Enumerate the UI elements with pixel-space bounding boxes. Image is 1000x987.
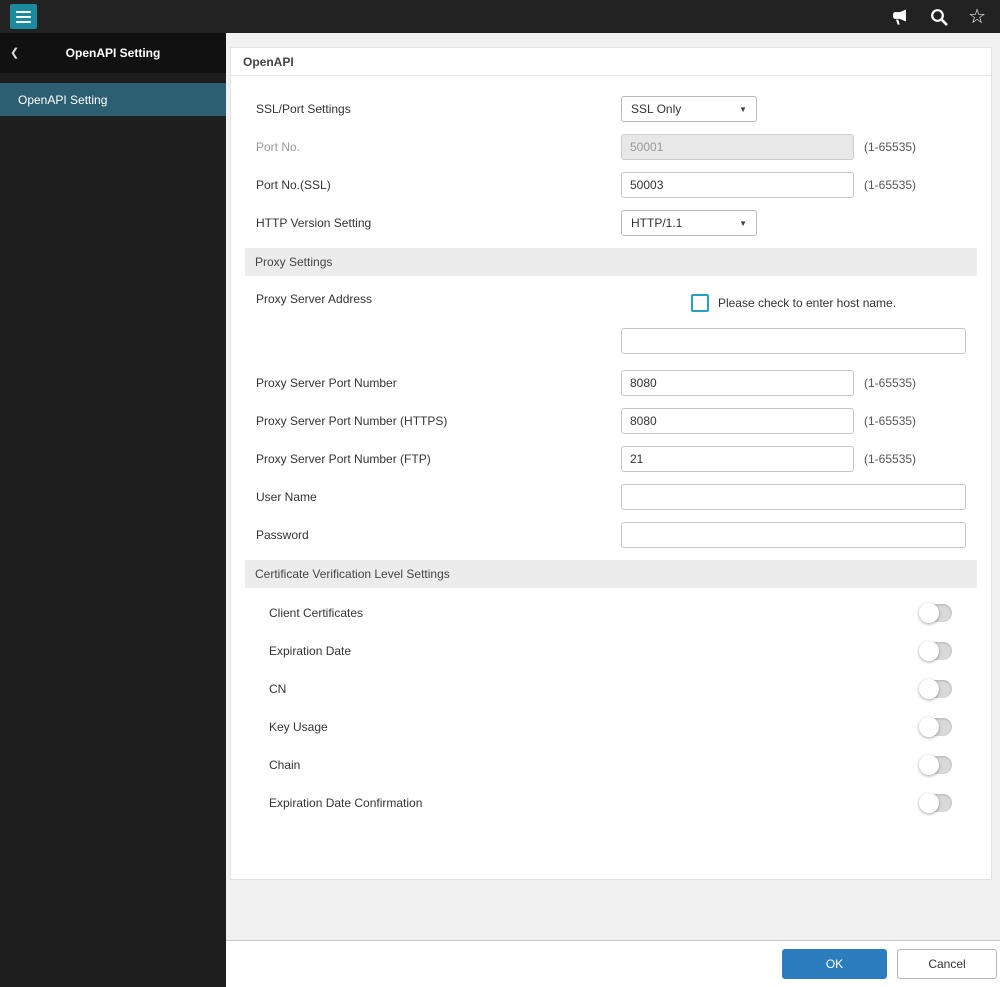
expiration-date-row: Expiration Date [245,632,977,670]
expiration-date-label: Expiration Date [269,644,352,658]
password-input[interactable] [621,522,966,548]
http-version-row: HTTP Version Setting HTTP/1.1 ▼ [245,204,977,242]
chain-toggle[interactable] [919,755,952,775]
sidebar: ❮ OpenAPI Setting OpenAPI Setting [0,33,226,987]
user-name-row: User Name [245,478,977,516]
topbar: ☆ [0,0,1000,33]
proxy-server-address-row: Proxy Server Address Please check to ent… [245,282,977,364]
port-no-range-hint: (1-65535) [864,140,917,154]
cn-label: CN [269,682,287,696]
back-button[interactable]: ❮ [10,46,20,59]
port-no-label: Port No. [256,140,301,154]
cancel-button[interactable]: Cancel [897,949,997,979]
panel-title: OpenAPI [231,48,991,76]
host-name-checkbox-label: Please check to enter host name. [717,296,897,310]
toggle-knob [919,793,939,813]
ok-button[interactable]: OK [782,949,887,979]
chain-row: Chain [245,746,977,784]
toggle-knob [919,755,939,775]
proxy-port-https-label: Proxy Server Port Number (HTTPS) [256,414,448,428]
content-panel: OpenAPI SSL/Port Settings SSL Only ▼ Por… [230,47,992,880]
cn-toggle[interactable] [919,679,952,699]
proxy-port-range-hint: (1-65535) [864,376,917,390]
toggle-knob [919,641,939,661]
port-ssl-label: Port No.(SSL) [256,178,331,192]
key-usage-row: Key Usage [245,708,977,746]
http-version-label: HTTP Version Setting [256,216,372,230]
expiration-date-toggle[interactable] [919,641,952,661]
proxy-port-label: Proxy Server Port Number [256,376,397,390]
sidebar-title: OpenAPI Setting [65,46,161,60]
certificate-verification-section-header: Certificate Verification Level Settings [245,560,977,588]
proxy-port-https-range-hint: (1-65535) [864,414,917,428]
favorite-star-icon: ☆ [968,5,986,28]
port-ssl-range-hint: (1-65535) [864,178,917,192]
proxy-server-address-label: Proxy Server Address [256,292,373,306]
port-ssl-row: Port No.(SSL) (1-65535) [245,166,977,204]
favorite-button[interactable]: ☆ [968,7,986,27]
sidebar-item-label: OpenAPI Setting [18,92,108,107]
proxy-settings-section-header: Proxy Settings [245,248,977,276]
chain-label: Chain [269,758,301,772]
proxy-port-ftp-label: Proxy Server Port Number (FTP) [256,452,431,466]
host-name-checkbox[interactable] [690,294,709,312]
form-area: SSL/Port Settings SSL Only ▼ Port No. (1… [231,76,991,822]
announcement-icon [893,9,907,25]
announcement-button[interactable] [890,8,910,26]
sidebar-header: ❮ OpenAPI Setting [0,33,226,73]
proxy-port-https-input[interactable] [621,408,854,434]
client-certificates-label: Client Certificates [269,606,364,620]
search-button[interactable] [930,8,948,26]
port-ssl-input[interactable] [621,172,854,198]
port-no-row: Port No. (1-65535) [245,128,977,166]
expiration-date-confirmation-row: Expiration Date Confirmation [245,784,977,822]
proxy-server-address-input[interactable] [621,328,966,354]
client-certificates-toggle[interactable] [919,603,952,623]
search-icon [931,8,948,26]
key-usage-label: Key Usage [269,720,328,734]
password-row: Password [245,516,977,554]
topbar-actions: ☆ [890,7,990,27]
key-usage-toggle[interactable] [919,717,952,737]
http-version-select[interactable]: HTTP/1.1 ▼ [621,210,757,236]
chevron-down-icon: ▼ [739,218,747,228]
ssl-port-settings-select[interactable]: SSL Only ▼ [621,96,757,122]
toggle-knob [919,603,939,623]
ssl-port-settings-label: SSL/Port Settings [256,102,351,116]
toggle-knob [919,717,939,737]
proxy-port-input[interactable] [621,370,854,396]
footer-bar: OK Cancel [226,940,1000,987]
expiration-date-confirmation-label: Expiration Date Confirmation [269,796,423,810]
menu-button[interactable] [10,4,37,29]
cn-row: CN [245,670,977,708]
toggle-knob [919,679,939,699]
password-label: Password [256,528,309,542]
ssl-port-settings-row: SSL/Port Settings SSL Only ▼ [245,90,977,128]
ssl-port-settings-value: SSL Only [631,102,682,116]
chevron-down-icon: ▼ [739,104,747,114]
client-certificates-row: Client Certificates [245,594,977,632]
proxy-port-ftp-input[interactable] [621,446,854,472]
proxy-port-row: Proxy Server Port Number (1-65535) [245,364,977,402]
user-name-input[interactable] [621,484,966,510]
sidebar-item-openapi-setting[interactable]: OpenAPI Setting [0,83,226,116]
port-no-input [621,134,854,160]
http-version-value: HTTP/1.1 [631,216,683,230]
proxy-port-https-row: Proxy Server Port Number (HTTPS) (1-6553… [245,402,977,440]
back-chevron-icon: ❮ [10,46,20,59]
proxy-port-ftp-row: Proxy Server Port Number (FTP) (1-65535) [245,440,977,478]
host-name-checkbox-row[interactable]: Please check to enter host name. [690,294,897,312]
user-name-label: User Name [256,490,317,504]
proxy-port-ftp-range-hint: (1-65535) [864,452,917,466]
expiration-date-confirmation-toggle[interactable] [919,793,952,813]
main-area: OpenAPI SSL/Port Settings SSL Only ▼ Por… [226,33,1000,987]
